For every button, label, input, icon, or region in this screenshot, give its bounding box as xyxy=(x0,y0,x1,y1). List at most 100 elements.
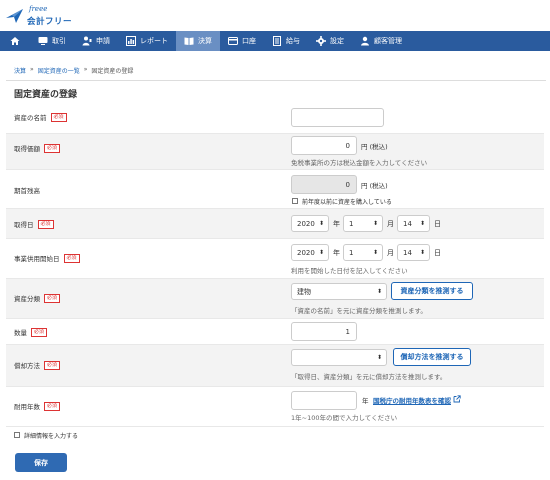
nav-koza[interactable]: 口座 xyxy=(220,31,264,51)
guess-category-button[interactable]: 資産分類を推測する xyxy=(391,282,473,300)
user-icon xyxy=(361,36,369,46)
nav-label: 給与 xyxy=(286,37,300,45)
nav-home[interactable] xyxy=(0,31,30,51)
field-label: 取得日 必須 xyxy=(14,219,54,229)
required-badge: 必須 xyxy=(44,360,61,370)
depreciation-method-select[interactable]: ⬍ xyxy=(291,349,387,366)
business-start-month-select[interactable]: 1 ⬍ xyxy=(343,244,383,261)
breadcrumb: 決算 » 固定資産の一覧 » 固定資産の登録 xyxy=(14,66,133,75)
asset-category-label: 資産分類 xyxy=(14,295,40,303)
nav-torihiki[interactable]: 取引 xyxy=(30,31,74,51)
field-label: 償却方法 必須 xyxy=(14,360,61,370)
useful-life-hint: 1年~100年の間で入力してください xyxy=(291,414,398,422)
main-nav: 取引 申請 レポート 決算 口座 給与 設定 顧客管理 xyxy=(0,31,550,51)
select-value: 建物 xyxy=(297,287,311,296)
quantity-label: 数量 xyxy=(14,329,27,337)
prior-year-checkbox[interactable] xyxy=(292,198,298,204)
caret-icon: ⬍ xyxy=(376,354,382,361)
useful-life-label: 耐用年数 xyxy=(14,403,40,411)
asset-name-input[interactable] xyxy=(291,108,384,127)
required-badge: 必須 xyxy=(63,253,80,263)
acquisition-year-select[interactable]: 2020 ⬍ xyxy=(291,215,329,232)
business-start-year-select[interactable]: 2020 ⬍ xyxy=(291,244,329,261)
caret-icon: ⬍ xyxy=(419,220,425,227)
asset-name-label: 資産の名前 xyxy=(14,114,47,122)
year-unit: 年 xyxy=(333,220,340,228)
quantity-input[interactable]: 1 xyxy=(291,322,357,341)
nav-kyuyo[interactable]: 給与 xyxy=(264,31,308,51)
nav-settei[interactable]: 設定 xyxy=(308,31,352,51)
monitor-icon xyxy=(38,37,48,45)
business-start-hint: 利用を開始した日付を記入してください xyxy=(291,267,408,275)
year-unit: 年 xyxy=(333,249,340,257)
caret-icon: ⬍ xyxy=(376,288,382,295)
home-icon xyxy=(10,37,20,45)
guess-method-button[interactable]: 償却方法を推測する xyxy=(393,348,471,366)
month-unit: 月 xyxy=(387,220,394,228)
useful-life-input[interactable] xyxy=(291,391,357,410)
day-unit: 日 xyxy=(434,249,441,257)
nav-label: レポート xyxy=(140,37,168,45)
acquisition-month-select[interactable]: 1 ⬍ xyxy=(343,215,383,232)
business-start-label: 事業供用開始日 xyxy=(14,255,60,263)
field-label: 資産の名前 必須 xyxy=(14,112,67,122)
years-unit: 年 xyxy=(362,397,369,405)
required-badge: 必須 xyxy=(44,401,61,411)
select-value: 1 xyxy=(349,219,354,228)
useful-life-table-link[interactable]: 国税庁の耐用年数表を確認 xyxy=(373,395,451,405)
acquisition-price-input[interactable]: 0 xyxy=(291,136,357,155)
save-button[interactable]: 保存 xyxy=(15,453,67,472)
row-business-start-date: 事業供用開始日 必須 2020 ⬍ 年 1 ⬍ 月 14 ⬍ 日 利用を開始した日付を… xyxy=(6,239,544,279)
freee-logo[interactable]: freee 会計フリー xyxy=(5,4,85,28)
logo-script: freee xyxy=(29,5,48,13)
breadcrumb-kessan[interactable]: 決算 xyxy=(14,66,26,75)
asset-category-hint: 「資産の名前」を元に資産分類を推測します。 xyxy=(291,307,427,315)
required-badge: 必須 xyxy=(44,293,61,303)
detail-info-label: 詳細情報を入力する xyxy=(24,433,79,440)
caret-icon: ⬍ xyxy=(372,220,378,227)
nav-label: 口座 xyxy=(242,37,256,45)
select-value: 14 xyxy=(403,219,412,228)
nav-kessan[interactable]: 決算 xyxy=(176,31,220,51)
field-label: 資産分類 必須 xyxy=(14,293,61,303)
field-label: 取得価額 必須 xyxy=(14,143,61,153)
page-title: 固定資産の登録 xyxy=(14,90,78,100)
business-start-day-select[interactable]: 14 ⬍ xyxy=(397,244,430,261)
nav-shinsei[interactable]: 申請 xyxy=(74,31,118,51)
acquisition-day-select[interactable]: 14 ⬍ xyxy=(397,215,430,232)
asset-category-select[interactable]: 建物 ⬍ xyxy=(291,283,387,300)
price-hint: 免税事業所の方は税込金額を入力してください xyxy=(291,159,428,167)
opening-balance-label: 期首残高 xyxy=(14,187,40,195)
price-unit: 円 (税込) xyxy=(361,143,388,151)
external-link-icon[interactable] xyxy=(453,395,461,403)
row-acquisition-date: 取得日 必須 2020 ⬍ 年 1 ⬍ 月 14 ⬍ 日 xyxy=(6,209,544,239)
breadcrumb-separator: » xyxy=(83,66,88,73)
field-label: 期首残高 xyxy=(14,185,40,195)
depreciation-method-label: 償却方法 xyxy=(14,362,40,370)
nav-report[interactable]: レポート xyxy=(118,31,176,51)
nav-label: 設定 xyxy=(330,37,344,45)
bar-chart-icon xyxy=(126,36,136,46)
required-badge: 必須 xyxy=(37,219,54,229)
field-label: 事業供用開始日 必須 xyxy=(14,253,80,263)
required-badge: 必須 xyxy=(31,327,48,337)
nav-label: 申請 xyxy=(96,37,110,45)
breadcrumb-asset-list[interactable]: 固定資産の一覧 xyxy=(38,66,80,75)
detail-info-checkbox[interactable] xyxy=(14,432,20,438)
nav-kokyaku[interactable]: 顧客管理 xyxy=(352,31,410,51)
opening-balance-input: 0 xyxy=(291,175,357,194)
required-badge: 必須 xyxy=(50,112,67,122)
select-value: 2020 xyxy=(297,248,315,257)
row-acquisition-price: 取得価額 必須 0 円 (税込) 免税事業所の方は税込金額を入力してください xyxy=(6,134,544,170)
select-value: 1 xyxy=(349,248,354,257)
select-value: 2020 xyxy=(297,219,315,228)
balance-unit: 円 (税込) xyxy=(361,182,388,190)
person-hand-icon xyxy=(82,36,92,46)
row-opening-balance: 期首残高 0 円 (税込) 前年度以前に資産を購入している xyxy=(6,170,544,209)
row-useful-life: 耐用年数 必須 年 国税庁の耐用年数表を確認 1年~100年の間で入力してくださ… xyxy=(6,387,544,427)
row-depreciation-method: 償却方法 必須 ⬍ 償却方法を推測する 「取得日、資産分類」を元に償却方法を推測… xyxy=(6,345,544,387)
book-icon xyxy=(184,37,194,45)
row-quantity: 数量 必須 1 xyxy=(6,319,544,345)
credit-card-icon xyxy=(228,37,238,45)
month-unit: 月 xyxy=(387,249,394,257)
